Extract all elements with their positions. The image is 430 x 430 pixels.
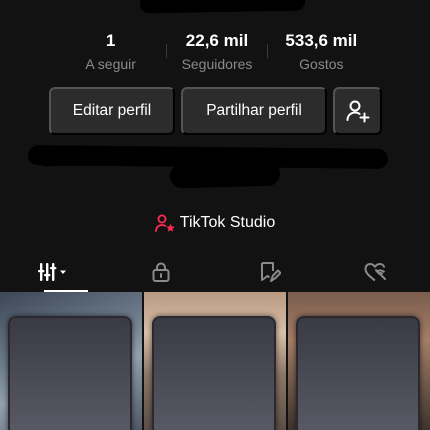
redacted-bio bbox=[169, 161, 281, 189]
profile-actions: Editar perfil Partilhar perfil bbox=[49, 87, 382, 135]
add-friend-button[interactable] bbox=[333, 87, 382, 135]
share-profile-button[interactable]: Partilhar perfil bbox=[181, 87, 327, 135]
stat-followers[interactable]: 22,6 mil Seguidores bbox=[167, 30, 266, 76]
tab-videos[interactable] bbox=[0, 252, 108, 292]
profile-screen: 1 A seguir 22,6 mil Seguidores 533,6 mil… bbox=[0, 0, 430, 430]
studio-user-icon bbox=[154, 214, 175, 232]
video-thumbnail-card bbox=[8, 316, 132, 430]
stat-following-value: 1 bbox=[105, 31, 116, 50]
video-thumbnail-card bbox=[296, 316, 420, 430]
saved-icon bbox=[260, 262, 281, 282]
tiktok-studio-link[interactable]: TikTok Studio bbox=[0, 214, 430, 232]
video-thumbnail[interactable] bbox=[144, 292, 286, 430]
tab-liked[interactable] bbox=[323, 252, 430, 292]
redacted-username bbox=[139, 0, 306, 14]
lock-icon bbox=[152, 262, 170, 282]
stat-likes-label: Gostos bbox=[299, 56, 344, 72]
stat-followers-label: Seguidores bbox=[181, 56, 253, 72]
tab-saved[interactable] bbox=[215, 252, 323, 292]
edit-profile-button[interactable]: Editar perfil bbox=[49, 87, 175, 135]
stat-followers-value: 22,6 mil bbox=[185, 31, 249, 50]
add-user-icon bbox=[346, 100, 369, 123]
stat-following-label: A seguir bbox=[85, 56, 136, 72]
videos-grid-icon bbox=[37, 263, 66, 281]
stat-following[interactable]: 1 A seguir bbox=[55, 30, 166, 76]
stat-likes[interactable]: 533,6 mil Gostos bbox=[268, 30, 375, 76]
tab-private[interactable] bbox=[108, 252, 216, 292]
profile-tabs bbox=[0, 252, 430, 292]
video-grid bbox=[0, 292, 430, 430]
stat-likes-value: 533,6 mil bbox=[285, 31, 358, 50]
video-thumbnail[interactable] bbox=[0, 292, 142, 430]
video-thumbnail[interactable] bbox=[288, 292, 430, 430]
tiktok-studio-label: TikTok Studio bbox=[179, 214, 276, 231]
profile-stats: 1 A seguir 22,6 mil Seguidores 533,6 mil… bbox=[55, 30, 375, 76]
video-thumbnail-card bbox=[152, 316, 276, 430]
liked-icon bbox=[364, 263, 387, 282]
